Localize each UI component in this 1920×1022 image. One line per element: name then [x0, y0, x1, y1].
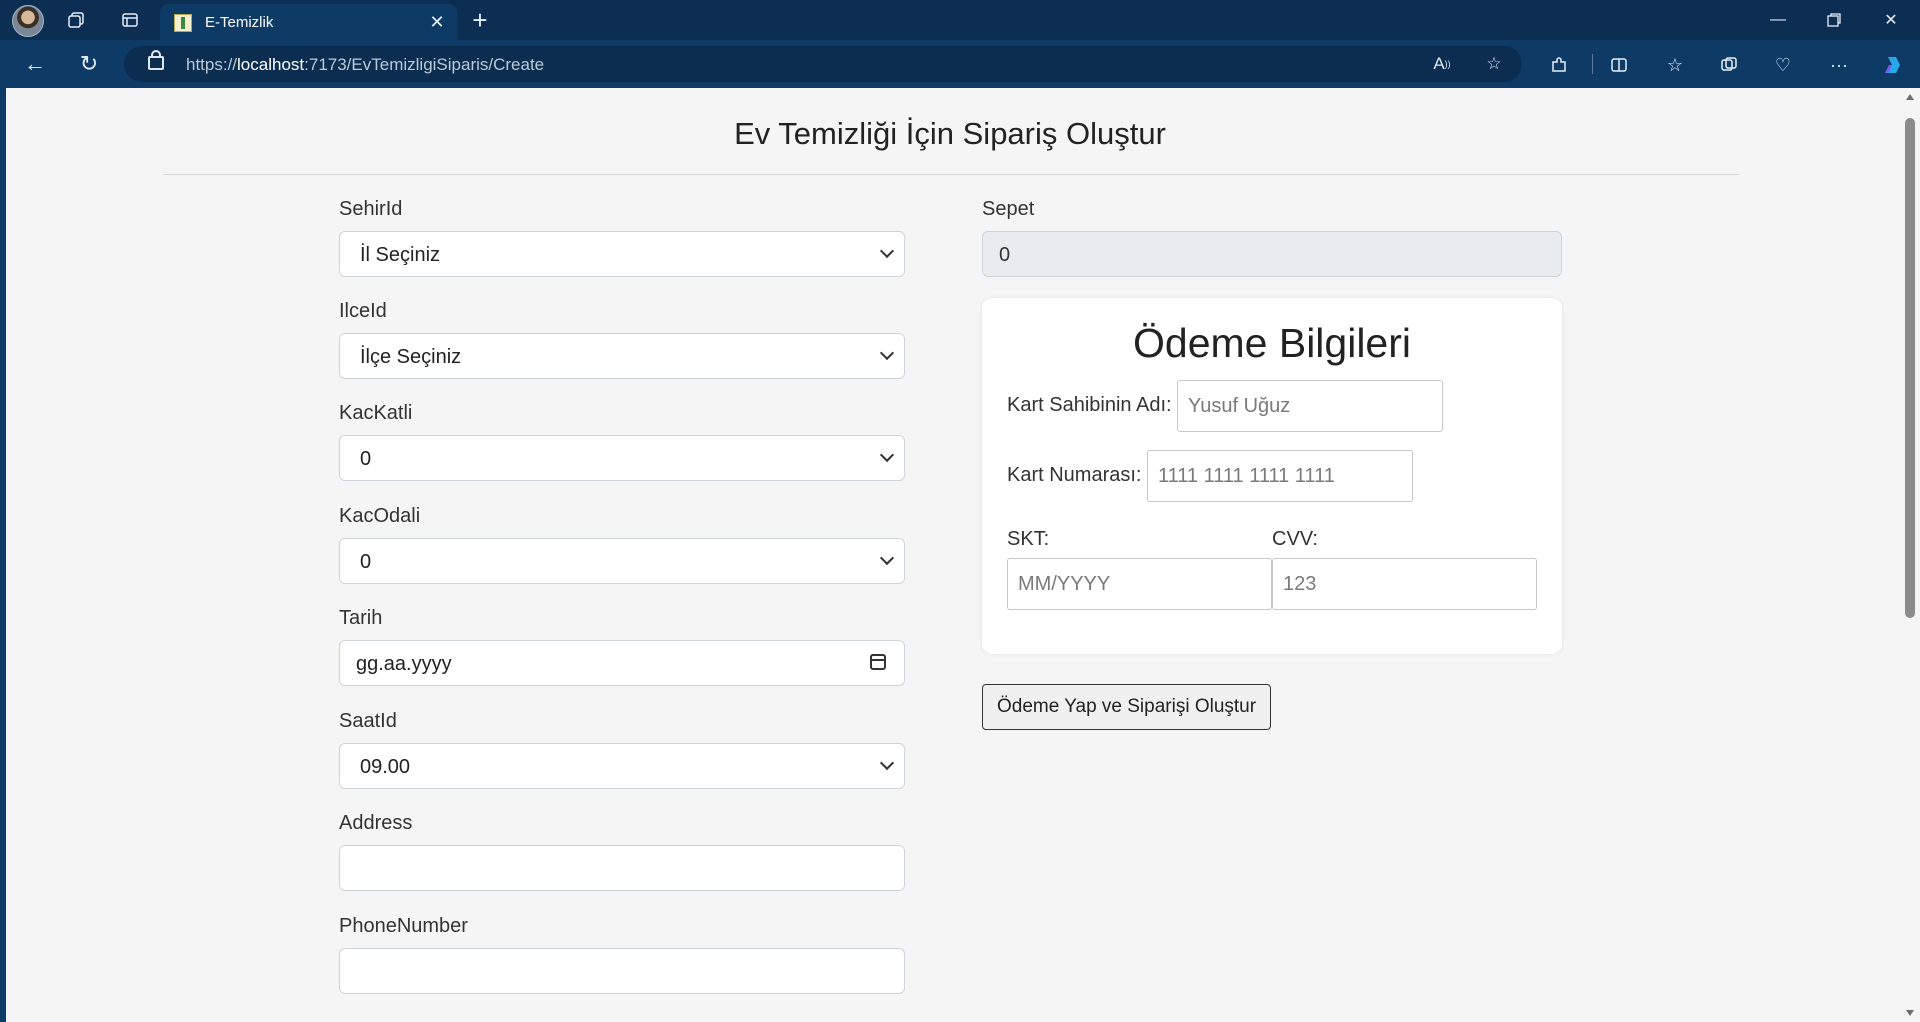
- site-favicon-icon: [174, 14, 192, 32]
- kacodali-select[interactable]: 0: [339, 538, 905, 584]
- payment-title: Ödeme Bilgileri: [1133, 320, 1411, 366]
- kacodali-label: KacOdali: [339, 505, 421, 527]
- browser-titlebar: E-Temizlik ✕ + — ✕: [0, 0, 1920, 40]
- scroll-down-arrow-icon[interactable]: [1906, 1010, 1914, 1016]
- submit-payment-button[interactable]: Ödeme Yap ve Siparişi Oluştur: [982, 684, 1272, 730]
- scroll-up-arrow-icon[interactable]: [1906, 94, 1914, 100]
- tarih-date-input[interactable]: gg.aa.yyyy: [339, 640, 905, 686]
- address-bar[interactable]: https://localhost:7173/EvTemizligiSipari…: [124, 46, 1522, 82]
- card-number-label: Kart Numarası:: [1007, 464, 1142, 486]
- address-input[interactable]: [339, 845, 905, 891]
- profile-avatar[interactable]: [12, 5, 44, 37]
- sepet-readonly-field: 0: [982, 231, 1562, 277]
- ilce-label: IlceId: [339, 300, 387, 322]
- close-window-icon[interactable]: ✕: [1862, 0, 1920, 40]
- saat-select[interactable]: 09.00: [339, 743, 905, 789]
- kackatli-select[interactable]: 0: [339, 435, 905, 481]
- minimize-icon[interactable]: —: [1749, 0, 1807, 40]
- sehir-selected-value: İl Seçiniz: [360, 244, 441, 266]
- sehir-select[interactable]: İl Seçiniz: [339, 231, 905, 277]
- page-viewport: Ev Temizliği İçin Sipariş Oluştur SehirI…: [6, 88, 1900, 1022]
- new-tab-icon[interactable]: +: [466, 5, 494, 35]
- read-aloud-icon[interactable]: A)): [1430, 52, 1454, 76]
- phone-input[interactable]: [339, 948, 905, 994]
- ilce-selected-value: İlçe Seçiniz: [360, 346, 462, 368]
- sehir-label: SehirId: [339, 198, 403, 220]
- cvv-input[interactable]: [1272, 558, 1537, 610]
- calendar-icon[interactable]: [870, 654, 886, 670]
- chevron-down-icon: [879, 447, 895, 463]
- card-holder-label: Kart Sahibinin Adı:: [1007, 394, 1172, 416]
- workspaces-icon[interactable]: [62, 6, 90, 34]
- chevron-down-icon: [879, 755, 895, 771]
- payment-card: Ödeme Bilgileri Kart Sahibinin Adı: Kart…: [982, 298, 1562, 654]
- kackatli-label: KacKatli: [339, 402, 413, 424]
- card-holder-input[interactable]: [1177, 380, 1443, 432]
- ilce-select[interactable]: İlçe Seçiniz: [339, 333, 905, 379]
- favorite-star-icon[interactable]: ☆: [1482, 52, 1506, 76]
- scrollbar-thumb[interactable]: [1905, 118, 1915, 618]
- browser-tab-active[interactable]: E-Temizlik ✕: [160, 4, 457, 40]
- chevron-down-icon: [879, 243, 895, 259]
- settings-more-icon[interactable]: ···: [1824, 50, 1854, 80]
- saat-label: SaatId: [339, 710, 397, 732]
- sepet-label: Sepet: [982, 198, 1035, 220]
- split-screen-icon[interactable]: [1604, 50, 1634, 80]
- expiry-label: SKT:: [1007, 528, 1050, 550]
- vertical-tabs-icon[interactable]: [116, 6, 144, 34]
- chevron-down-icon: [879, 550, 895, 566]
- lock-icon[interactable]: [148, 50, 164, 70]
- close-tab-icon[interactable]: ✕: [425, 10, 449, 34]
- url-text[interactable]: https://localhost:7173/EvTemizligiSipari…: [186, 55, 544, 75]
- phone-label: PhoneNumber: [339, 915, 468, 937]
- kacodali-selected-value: 0: [360, 551, 372, 573]
- sepet-value: 0: [999, 244, 1011, 266]
- cvv-label: CVV:: [1272, 528, 1318, 550]
- collections-icon[interactable]: [1714, 50, 1744, 80]
- address-label: Address: [339, 812, 413, 834]
- card-number-input[interactable]: [1147, 450, 1413, 502]
- page-title: Ev Temizliği İçin Sipariş Oluştur: [734, 116, 1166, 151]
- extensions-icon[interactable]: [1544, 50, 1574, 80]
- toolbar-divider: [1592, 54, 1593, 74]
- tab-title: E-Temizlik: [205, 14, 274, 31]
- chevron-down-icon: [879, 345, 895, 361]
- saat-selected-value: 09.00: [360, 756, 411, 778]
- title-divider: [163, 174, 1739, 175]
- browser-essentials-icon[interactable]: ♡: [1768, 50, 1798, 80]
- back-arrow-icon[interactable]: ←: [18, 48, 52, 80]
- restore-icon[interactable]: [1805, 0, 1863, 40]
- kackatli-selected-value: 0: [360, 448, 372, 470]
- page-scrollbar[interactable]: [1900, 88, 1920, 1022]
- refresh-icon[interactable]: ↻: [72, 48, 106, 80]
- copilot-icon[interactable]: [1878, 50, 1908, 80]
- favorites-list-icon[interactable]: ☆: [1660, 50, 1690, 80]
- browser-toolbar: ← ↻ https://localhost:7173/EvTemizligiSi…: [0, 40, 1920, 88]
- tarih-label: Tarih: [339, 607, 383, 629]
- expiry-input[interactable]: [1007, 558, 1272, 610]
- tarih-value: gg.aa.yyyy: [356, 653, 452, 675]
